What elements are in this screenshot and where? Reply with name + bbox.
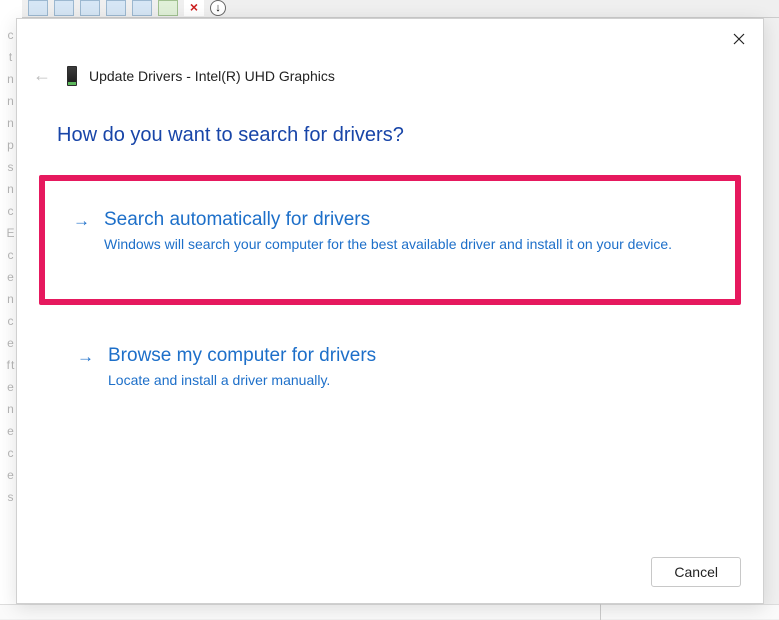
option-description: Locate and install a driver manually.	[108, 371, 703, 391]
background-toolbar: × ↓	[0, 0, 779, 18]
toolbar-icon	[132, 0, 152, 16]
dialog-title: Update Drivers - Intel(R) UHD Graphics	[89, 68, 335, 84]
toolbar-icon	[158, 0, 178, 16]
option-title: Search automatically for drivers	[104, 209, 707, 231]
dialog-footer: Cancel	[651, 557, 741, 587]
device-icon	[67, 66, 77, 86]
dialog-heading: How do you want to search for drivers?	[17, 86, 763, 175]
toolbar-icon	[28, 0, 48, 16]
toolbar-icon	[54, 0, 74, 16]
close-button[interactable]	[725, 27, 753, 55]
cancel-button[interactable]: Cancel	[651, 557, 741, 587]
option-title: Browse my computer for drivers	[108, 345, 703, 367]
arrow-right-icon: →	[73, 209, 90, 233]
toolbar-icon	[80, 0, 100, 16]
option-search-automatically[interactable]: → Search automatically for drivers Windo…	[39, 175, 741, 305]
toolbar-icon	[106, 0, 126, 16]
toolbar-delete-icon: ×	[184, 0, 204, 16]
option-browse-computer[interactable]: → Browse my computer for drivers Locate …	[57, 329, 723, 411]
arrow-right-icon: →	[77, 345, 94, 369]
background-bottom-strip	[0, 604, 779, 619]
update-drivers-dialog: ← Update Drivers - Intel(R) UHD Graphics…	[16, 18, 764, 604]
dialog-header: ← Update Drivers - Intel(R) UHD Graphics	[17, 19, 763, 86]
close-icon	[733, 33, 745, 45]
toolbar-down-icon: ↓	[210, 0, 226, 16]
option-description: Windows will search your computer for th…	[104, 235, 707, 255]
back-arrow-icon: ←	[29, 65, 55, 86]
options-container: → Search automatically for drivers Windo…	[17, 175, 763, 410]
